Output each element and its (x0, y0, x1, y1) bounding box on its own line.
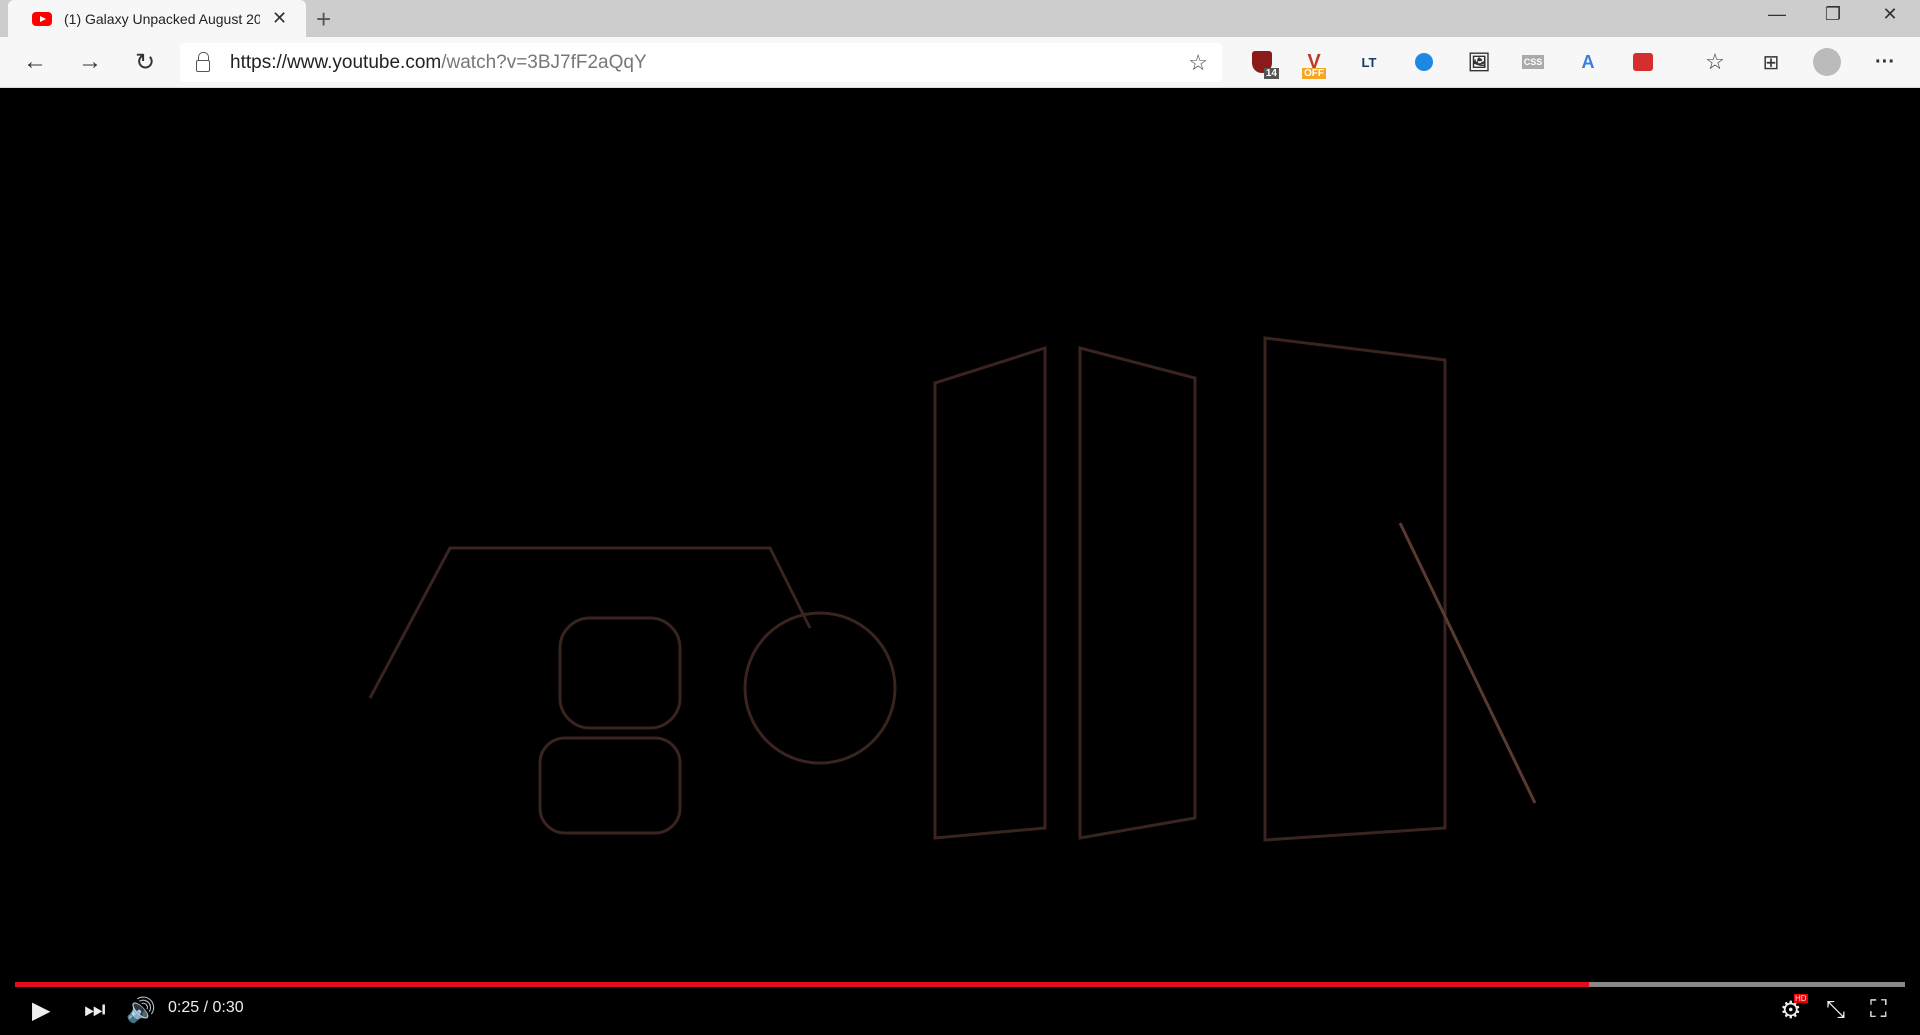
video-frame (368, 336, 1537, 842)
collections-icon[interactable]: ⊞ (1756, 47, 1786, 77)
tab-strip: (1) Galaxy Unpacked August 2020 ✕ + — ❐ … (0, 0, 1920, 37)
earbuds-case-silhouette (558, 616, 682, 730)
watch-silhouette (743, 611, 897, 765)
wave-icon[interactable] (1409, 47, 1439, 77)
address-bar[interactable]: https://www.youtube.com/watch?v=3BJ7fF2a… (180, 43, 1222, 82)
youtube-icon (32, 11, 52, 26)
ublock-icon[interactable]: 14 (1247, 47, 1279, 79)
tab-youtube[interactable]: (1) Galaxy Unpacked August 2020 ✕ (8, 0, 306, 37)
favorites-icon[interactable]: ☆ (1700, 47, 1730, 77)
progress-played (15, 982, 1590, 987)
url-text[interactable]: https://www.youtube.com/watch?v=3BJ7fF2a… (230, 52, 647, 74)
refresh-button[interactable]: ↻ (125, 48, 165, 77)
fullscreen-button[interactable]: ⛶ (1870, 996, 1887, 1024)
languagetool-icon[interactable]: LT (1354, 47, 1384, 77)
toolbar: ← → ↻ https://www.youtube.com/watch?v=3B… (0, 37, 1920, 88)
back-button[interactable]: ← (15, 48, 55, 76)
stylus-silhouette (1398, 522, 1537, 804)
pdf-icon[interactable] (1628, 47, 1658, 77)
note-phone-silhouette (1263, 336, 1447, 842)
minimize-button[interactable]: — (1757, 4, 1797, 25)
profile-avatar[interactable] (1812, 47, 1842, 77)
lock-icon[interactable] (196, 51, 210, 72)
css-icon[interactable]: CSS (1518, 47, 1548, 77)
miniplayer-button[interactable]: ⤡ (1826, 996, 1845, 1024)
close-tab-icon[interactable]: ✕ (272, 8, 287, 29)
progress-bar[interactable] (15, 982, 1905, 987)
fold-phone-silhouette (933, 345, 1047, 840)
more-menu-icon[interactable]: ··· (1870, 47, 1900, 77)
new-tab-button[interactable]: + (316, 4, 331, 35)
video-player[interactable] (0, 88, 1920, 1030)
play-button[interactable]: ▶ (32, 996, 50, 1025)
tab-title: (1) Galaxy Unpacked August 2020 (64, 10, 260, 27)
next-button[interactable]: ⏭ (84, 996, 106, 1024)
volume-button[interactable]: 🔊 (126, 996, 156, 1025)
image-download-icon[interactable]: 🖼 (1464, 47, 1494, 77)
restore-button[interactable]: ❐ (1813, 4, 1853, 25)
translate-icon[interactable]: A (1573, 47, 1603, 77)
settings-gear-icon[interactable]: ⚙ HD (1780, 994, 1808, 1025)
tablet-silhouette (368, 546, 812, 699)
close-window-button[interactable]: ✕ (1870, 4, 1910, 25)
forward-button[interactable]: → (70, 48, 110, 76)
vpn-icon[interactable]: V OFF (1299, 47, 1329, 79)
favorite-star-icon[interactable]: ☆ (1188, 50, 1208, 76)
time-display: 0:25 / 0:30 (168, 999, 244, 1016)
